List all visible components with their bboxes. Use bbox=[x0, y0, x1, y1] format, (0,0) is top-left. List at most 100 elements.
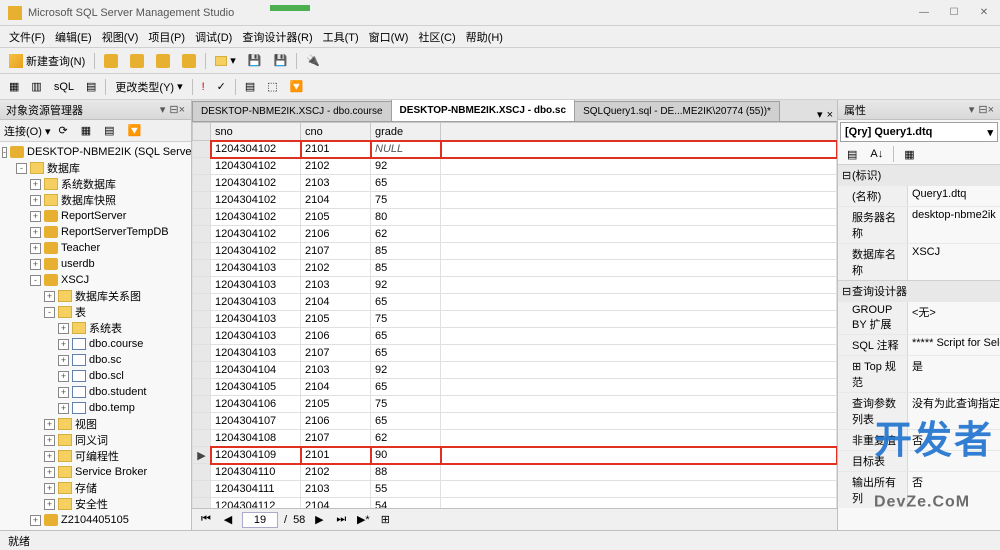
cell-sno[interactable]: 1204304110 bbox=[211, 464, 301, 481]
property-value[interactable]: Query1.dtq bbox=[908, 186, 1000, 206]
menu-item-3[interactable]: 项目(P) bbox=[143, 27, 190, 47]
tb-btn-3[interactable] bbox=[151, 51, 175, 71]
cell-cno[interactable]: 2105 bbox=[301, 209, 371, 226]
menu-item-4[interactable]: 调试(D) bbox=[190, 27, 237, 47]
expander-icon[interactable]: + bbox=[58, 323, 69, 334]
menu-item-1[interactable]: 编辑(E) bbox=[50, 27, 97, 47]
expander-icon[interactable]: + bbox=[58, 355, 69, 366]
expander-icon[interactable]: + bbox=[58, 339, 69, 350]
cell-cno[interactable]: 2107 bbox=[301, 243, 371, 260]
cell-grade[interactable]: 75 bbox=[371, 192, 441, 209]
cell-cno[interactable]: 2102 bbox=[301, 158, 371, 175]
cell-cno[interactable]: 2106 bbox=[301, 413, 371, 430]
table-row[interactable]: 1204304102210292 bbox=[193, 158, 837, 175]
properties-grid[interactable]: ⊟(标识)(名称)Query1.dtq服务器名称desktop-nbme2ik数… bbox=[838, 164, 1000, 530]
expander-icon[interactable]: + bbox=[30, 259, 41, 270]
row-selector[interactable] bbox=[193, 345, 211, 362]
save-button[interactable]: 💾 bbox=[243, 51, 267, 71]
cell-cno[interactable]: 2101 bbox=[301, 447, 371, 464]
tb-btn-1[interactable] bbox=[99, 51, 123, 71]
cell-grade[interactable]: 65 bbox=[371, 175, 441, 192]
page-prev-button[interactable]: ◀ bbox=[220, 512, 236, 528]
cell-cno[interactable]: 2103 bbox=[301, 175, 371, 192]
table-row[interactable]: 1204304103210285 bbox=[193, 260, 837, 277]
cell-sno[interactable]: 1204304102 bbox=[211, 141, 301, 158]
minimize-button[interactable]: — bbox=[916, 6, 932, 20]
properties-object-selector[interactable]: [Qry] Query1.dtq▾ bbox=[840, 122, 998, 142]
property-row[interactable]: GROUP BY 扩展<无> bbox=[838, 301, 1000, 334]
expander-icon[interactable]: + bbox=[44, 467, 55, 478]
table-row[interactable]: 1204304103210465 bbox=[193, 294, 837, 311]
cell-cno[interactable]: 2104 bbox=[301, 192, 371, 209]
cell-sno[interactable]: 1204304102 bbox=[211, 158, 301, 175]
panel-close-button[interactable]: × bbox=[179, 104, 185, 116]
object-explorer-tree[interactable]: - DESKTOP-NBME2IK (SQL Server 10.0.160 -… bbox=[0, 142, 191, 530]
property-row[interactable]: SQL 注释***** Script for Selec bbox=[838, 334, 1000, 355]
property-row[interactable]: 数据库名称XSCJ bbox=[838, 243, 1000, 280]
menu-item-2[interactable]: 视图(V) bbox=[97, 27, 144, 47]
tree-node[interactable]: -XSCJ bbox=[0, 272, 191, 288]
tb-diagram-icon[interactable]: ▦ bbox=[4, 77, 24, 97]
cell-sno[interactable]: 1204304103 bbox=[211, 277, 301, 294]
cell-sno[interactable]: 1204304111 bbox=[211, 481, 301, 498]
oe-stop-icon[interactable]: ▤ bbox=[99, 121, 119, 141]
property-value[interactable] bbox=[908, 451, 1000, 471]
expander-icon[interactable]: + bbox=[44, 451, 55, 462]
close-button[interactable]: ✕ bbox=[976, 6, 992, 20]
tree-node[interactable]: +视图 bbox=[0, 416, 191, 432]
cell-cno[interactable]: 2104 bbox=[301, 498, 371, 509]
row-selector[interactable] bbox=[193, 158, 211, 175]
cell-cno[interactable]: 2102 bbox=[301, 260, 371, 277]
prop-categorized-icon[interactable]: ▤ bbox=[842, 144, 862, 164]
oe-filter2-icon[interactable]: 🔽 bbox=[123, 121, 147, 141]
pin-icon[interactable]: ⊟ bbox=[978, 104, 987, 116]
tree-root[interactable]: - DESKTOP-NBME2IK (SQL Server 10.0.160 bbox=[0, 144, 191, 160]
cell-sno[interactable]: 1204304103 bbox=[211, 345, 301, 362]
row-selector[interactable]: ▶ bbox=[193, 447, 211, 464]
column-header[interactable]: grade bbox=[371, 123, 441, 141]
pin-icon[interactable]: ⊟ bbox=[169, 104, 178, 116]
property-value[interactable]: desktop-nbme2ik bbox=[908, 207, 1000, 243]
cell-grade[interactable]: 85 bbox=[371, 260, 441, 277]
tree-node[interactable]: +可编程性 bbox=[0, 448, 191, 464]
menu-item-8[interactable]: 社区(C) bbox=[413, 27, 460, 47]
expander-icon[interactable]: + bbox=[58, 387, 69, 398]
row-selector[interactable] bbox=[193, 498, 211, 509]
menu-item-9[interactable]: 帮助(H) bbox=[461, 27, 508, 47]
table-row[interactable]: 1204304102210475 bbox=[193, 192, 837, 209]
tree-node[interactable]: +dbo.course bbox=[0, 336, 191, 352]
page-last-button[interactable]: ⏭ bbox=[333, 512, 349, 528]
dropdown-icon[interactable]: ▾ bbox=[160, 104, 166, 116]
tabs-close-icon[interactable]: × bbox=[827, 109, 833, 121]
cell-sno[interactable]: 1204304106 bbox=[211, 396, 301, 413]
cell-sno[interactable]: 1204304102 bbox=[211, 209, 301, 226]
expander-icon[interactable]: - bbox=[2, 147, 7, 158]
cell-grade[interactable]: 85 bbox=[371, 243, 441, 260]
cell-grade[interactable]: 65 bbox=[371, 345, 441, 362]
cell-sno[interactable]: 1204304102 bbox=[211, 175, 301, 192]
expander-icon[interactable]: + bbox=[44, 419, 55, 430]
property-category[interactable]: ⊟查询设计器 bbox=[838, 280, 1000, 301]
tree-node[interactable]: +存储 bbox=[0, 480, 191, 496]
cell-cno[interactable]: 2106 bbox=[301, 328, 371, 345]
property-category[interactable]: ⊟(标识) bbox=[838, 164, 1000, 185]
expander-icon[interactable]: + bbox=[30, 515, 41, 526]
cell-grade[interactable]: 62 bbox=[371, 226, 441, 243]
cell-sno[interactable]: 1204304102 bbox=[211, 226, 301, 243]
tree-node[interactable]: -表 bbox=[0, 304, 191, 320]
cell-cno[interactable]: 2103 bbox=[301, 481, 371, 498]
table-row[interactable]: 1204304105210465 bbox=[193, 379, 837, 396]
prop-alpha-icon[interactable]: A↓ bbox=[865, 144, 888, 164]
cell-cno[interactable]: 2102 bbox=[301, 464, 371, 481]
cell-sno[interactable]: 1204304104 bbox=[211, 362, 301, 379]
tree-node[interactable]: +安全性 bbox=[0, 528, 191, 530]
expander-icon[interactable]: + bbox=[44, 291, 55, 302]
row-selector[interactable] bbox=[193, 481, 211, 498]
expander-icon[interactable]: + bbox=[30, 211, 41, 222]
tb-filter-icon[interactable]: 🔽 bbox=[285, 77, 309, 97]
cell-sno[interactable]: 1204304103 bbox=[211, 328, 301, 345]
column-header[interactable]: cno bbox=[301, 123, 371, 141]
row-selector[interactable] bbox=[193, 294, 211, 311]
column-header[interactable]: sno bbox=[211, 123, 301, 141]
activity-button[interactable]: 🔌 bbox=[301, 51, 325, 71]
